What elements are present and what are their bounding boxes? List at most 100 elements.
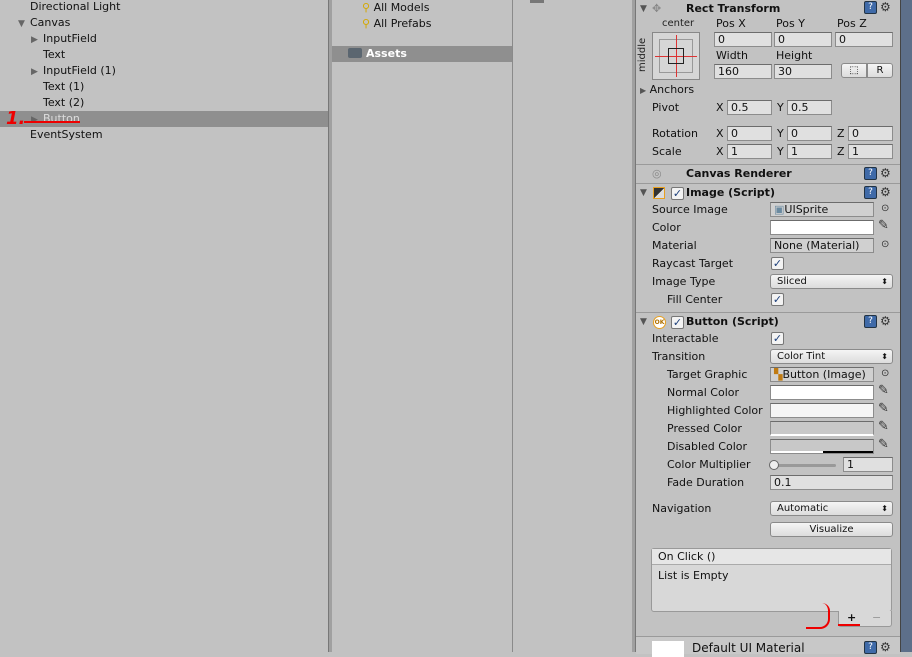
favorite-all-prefabs[interactable]: ⚲ All Prefabs xyxy=(362,16,432,32)
foldout-arrow-icon[interactable]: ▼ xyxy=(18,16,28,32)
foldout-arrow-icon[interactable]: ▶ xyxy=(31,112,41,128)
raycast-target-checkbox[interactable]: ✓ xyxy=(771,257,784,270)
width-field[interactable]: 160 xyxy=(714,64,772,79)
object-picker-icon[interactable]: ⊙ xyxy=(881,203,889,214)
eyedropper-icon[interactable]: ✎ xyxy=(878,401,889,416)
rect-transform-header[interactable]: ▼ ✥ Rect Transform xyxy=(636,0,900,18)
fade-duration-label: Fade Duration xyxy=(667,476,745,489)
help-icon[interactable]: ? xyxy=(864,315,877,328)
rect-transform-icon: ✥ xyxy=(652,2,662,15)
color-multiplier-slider[interactable] xyxy=(774,464,836,467)
pos-y-field[interactable]: 0 xyxy=(774,32,832,47)
interactable-checkbox[interactable]: ✓ xyxy=(771,332,784,345)
hierarchy-item[interactable]: Directional Light xyxy=(0,0,328,15)
canvas-renderer-header[interactable]: ◎ Canvas Renderer xyxy=(636,164,900,182)
gear-icon[interactable]: ⚙ xyxy=(880,186,891,199)
pos-y-label: Pos Y xyxy=(776,17,805,30)
pivot-y-field[interactable]: 0.5 xyxy=(787,100,832,115)
navigation-label: Navigation xyxy=(652,502,712,515)
foldout-arrow-icon[interactable]: ▶ xyxy=(31,64,41,80)
object-picker-icon[interactable]: ⊙ xyxy=(881,368,889,379)
target-graphic-field[interactable]: ▚Button (Image) xyxy=(770,367,874,382)
rotation-z-field[interactable]: 0 xyxy=(848,126,893,141)
search-icon: ⚲ xyxy=(362,17,371,30)
foldout-arrow-icon[interactable]: ▶ xyxy=(31,32,41,48)
color-multiplier-field[interactable]: 1 xyxy=(843,457,893,472)
color-field[interactable] xyxy=(770,220,874,235)
eyedropper-icon[interactable]: ✎ xyxy=(878,437,889,452)
rotation-x-field[interactable]: 0 xyxy=(727,126,772,141)
add-event-button[interactable]: + xyxy=(847,611,856,624)
button-enabled-checkbox[interactable]: ✓ xyxy=(671,316,684,329)
help-icon[interactable]: ? xyxy=(864,1,877,14)
scale-y-field[interactable]: 1 xyxy=(787,144,832,159)
slider-thumb[interactable] xyxy=(769,460,779,470)
annotation-underline xyxy=(24,121,80,123)
pos-x-field[interactable]: 0 xyxy=(714,32,772,47)
favorite-all-models[interactable]: ⚲ All Models xyxy=(362,0,429,16)
transition-dropdown[interactable]: Color Tint ⬍ xyxy=(770,349,893,364)
gear-icon[interactable]: ⚙ xyxy=(880,1,891,14)
image-type-dropdown[interactable]: Sliced ⬍ xyxy=(770,274,893,289)
gear-icon[interactable]: ⚙ xyxy=(880,315,891,328)
project-divider[interactable] xyxy=(512,0,513,652)
navigation-dropdown[interactable]: Automatic ⬍ xyxy=(770,501,893,516)
hierarchy-item[interactable]: EventSystem xyxy=(0,127,328,143)
anchor-h-label: center xyxy=(662,18,695,29)
hierarchy-item-label: Text (1) xyxy=(43,80,85,93)
gear-icon[interactable]: ⚙ xyxy=(880,167,891,180)
help-icon[interactable]: ? xyxy=(864,186,877,199)
pressed-color-field[interactable] xyxy=(770,421,874,436)
color-label: Color xyxy=(652,221,681,234)
folder-icon xyxy=(348,48,362,58)
scale-x-field[interactable]: 1 xyxy=(727,144,772,159)
hierarchy-item[interactable]: ▶ InputField xyxy=(0,31,328,47)
hierarchy-item[interactable]: ▶ Button xyxy=(0,111,328,127)
pivot-x-field[interactable]: 0.5 xyxy=(727,100,772,115)
hierarchy-item[interactable]: ▼ Canvas xyxy=(0,15,328,31)
help-icon[interactable]: ? xyxy=(864,641,877,654)
anchor-v-label: middle xyxy=(637,37,648,72)
highlighted-color-label: Highlighted Color xyxy=(667,404,763,417)
fade-duration-field[interactable]: 0.1 xyxy=(770,475,893,490)
highlighted-color-field[interactable] xyxy=(770,403,874,418)
gear-icon[interactable]: ⚙ xyxy=(880,641,891,654)
remove-event-button[interactable]: − xyxy=(872,611,881,624)
height-field[interactable]: 30 xyxy=(774,64,832,79)
material-header[interactable]: Default UI Material xyxy=(636,636,900,657)
pressed-color-label: Pressed Color xyxy=(667,422,742,435)
image-enabled-checkbox[interactable]: ✓ xyxy=(671,187,684,200)
asset-item[interactable] xyxy=(530,0,544,3)
fill-center-checkbox[interactable]: ✓ xyxy=(771,293,784,306)
object-picker-icon[interactable]: ⊙ xyxy=(881,239,889,250)
hierarchy-item[interactable]: Text (1) xyxy=(0,79,328,95)
inspector-scrollbar[interactable] xyxy=(900,0,912,652)
anchors-foldout[interactable]: ▶ Anchors xyxy=(640,83,694,98)
material-field[interactable]: None (Material) xyxy=(770,238,874,253)
visualize-button[interactable]: Visualize xyxy=(770,522,893,537)
normal-color-field[interactable] xyxy=(770,385,874,400)
source-image-label: Source Image xyxy=(652,203,728,216)
hierarchy-item[interactable]: Text xyxy=(0,47,328,63)
source-image-field[interactable]: ▣UISprite xyxy=(770,202,874,217)
assets-folder[interactable]: Assets xyxy=(332,46,512,62)
z-label: Z xyxy=(837,127,845,140)
eyedropper-icon[interactable]: ✎ xyxy=(878,419,889,434)
scale-z-field[interactable]: 1 xyxy=(848,144,893,159)
pos-z-field[interactable]: 0 xyxy=(835,32,893,47)
eyedropper-icon[interactable]: ✎ xyxy=(878,218,889,233)
x-label: X xyxy=(716,145,724,158)
button-script-header[interactable]: ▼ OK ✓ Button (Script) xyxy=(636,312,900,330)
eyedropper-icon[interactable]: ✎ xyxy=(878,383,889,398)
blueprint-mode-button[interactable]: ⬚ xyxy=(841,63,867,78)
anchor-preset-button[interactable] xyxy=(652,32,700,80)
rotation-y-field[interactable]: 0 xyxy=(787,126,832,141)
raw-edit-button[interactable]: R xyxy=(867,63,893,78)
help-icon[interactable]: ? xyxy=(864,167,877,180)
hierarchy-item[interactable]: ▶ InputField (1) xyxy=(0,63,328,79)
image-script-header[interactable]: ▼ ✓ Image (Script) xyxy=(636,183,900,201)
disabled-color-field[interactable] xyxy=(770,439,874,454)
project-folders xyxy=(332,0,512,652)
sprite-icon: ▣ xyxy=(774,203,785,216)
hierarchy-item[interactable]: Text (2) xyxy=(0,95,328,111)
